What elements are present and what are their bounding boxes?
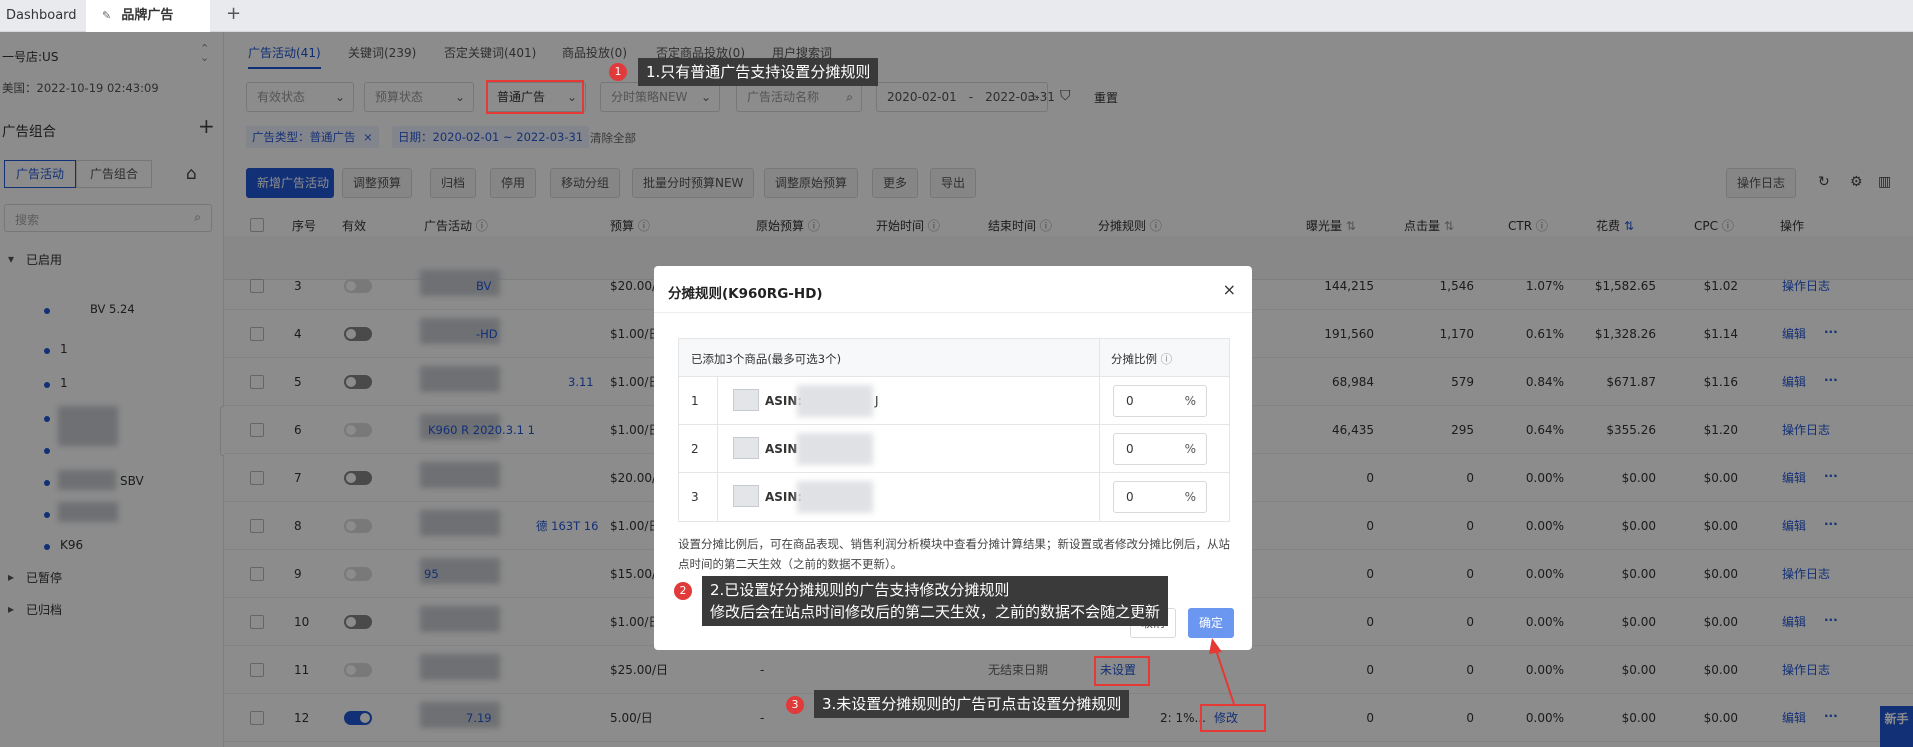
annotation-arrow [1209,638,1235,705]
